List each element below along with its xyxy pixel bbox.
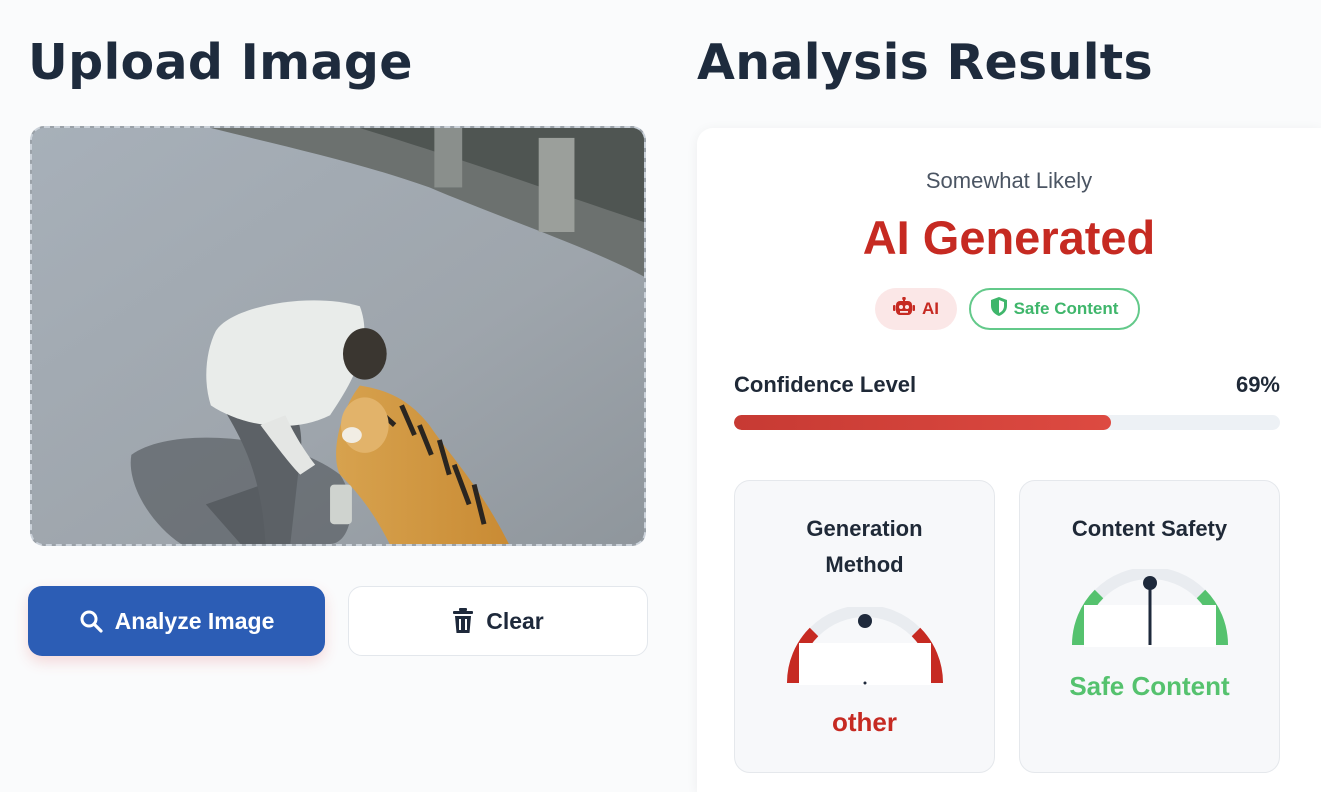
content-safety-value: Safe Content [1069,671,1230,701]
generation-method-card: Generation Method other [734,480,995,773]
analyze-image-button[interactable]: Analyze Image [28,586,325,656]
content-safety-card: Content Safety Safe Content [1019,480,1280,773]
results-heading: Analysis Results [697,34,1153,91]
safe-badge-label: Safe Content [1013,299,1119,318]
uploaded-image-preview[interactable] [30,126,646,546]
gauge-needle-tip [857,614,872,628]
clear-button-label: Clear [486,607,544,634]
confidence-value: 69% [1235,372,1280,397]
confidence-label: Confidence Level [734,372,917,397]
generation-method-title: Generation Method [806,516,923,577]
clear-button[interactable]: Clear [348,586,648,656]
generation-method-value: other [832,707,897,737]
search-icon [79,609,103,633]
content-safety-gauge [1071,569,1228,647]
upload-heading: Upload Image [28,34,413,91]
content-safety-title: Content Safety [1071,516,1228,541]
confidence-bar-fill [734,415,1111,430]
ai-badge-label: AI [922,299,939,318]
uploaded-photo [32,128,644,544]
confidence-bar [734,415,1280,430]
safe-content-badge: Safe Content [969,288,1140,330]
verdict-label: AI Generated [862,211,1156,264]
trash-icon [452,608,474,634]
generation-method-gauge [786,607,943,685]
robot-icon [893,296,915,322]
ai-badge: AI [875,288,957,330]
analysis-results-card: Somewhat Likely AI Generated AI Safe Con… [697,128,1321,792]
shield-icon [990,297,1007,321]
analyze-button-label: Analyze Image [114,607,275,634]
likelihood-label: Somewhat Likely [925,168,1093,193]
